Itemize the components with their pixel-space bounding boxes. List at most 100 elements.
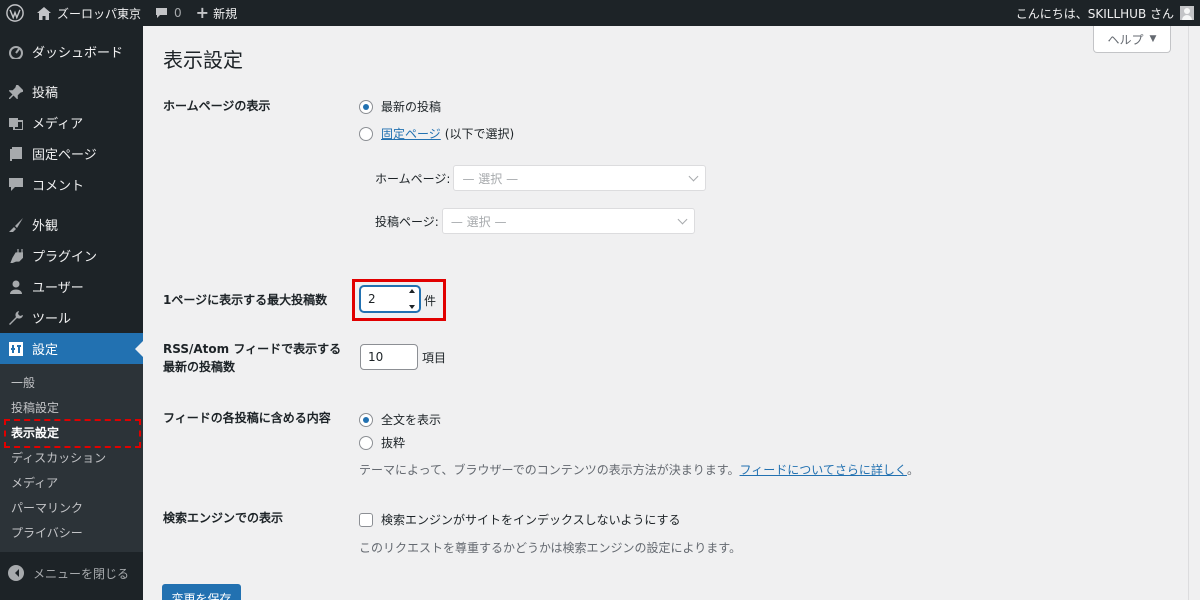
settings-icon — [8, 341, 24, 357]
wordpress-logo-icon[interactable] — [0, 0, 30, 26]
spinner-arrows-icon[interactable] — [407, 289, 416, 309]
select-value: — 選択 — — [450, 214, 507, 229]
radio-label: 全文を表示 — [381, 413, 442, 427]
media-icon — [8, 115, 24, 131]
menu-posts[interactable]: 投稿 — [0, 76, 143, 107]
feed-description: テーマによって、ブラウザーでのコンテンツの表示方法が決まります。フィードについて… — [359, 461, 919, 478]
select-value: — 選択 — — [462, 171, 519, 186]
search-engine-label: 検索エンジンでの表示 — [163, 511, 284, 525]
rss-label-line2: 最新の投稿数 — [163, 360, 236, 374]
discourage-indexing-checkbox[interactable] — [359, 512, 373, 527]
menu-label: ダッシュボード — [32, 46, 124, 61]
menu-tools[interactable]: ツール — [0, 302, 143, 333]
menu-appearance[interactable]: 外観 — [0, 209, 143, 240]
desc-end: 。 — [906, 463, 919, 477]
submenu-media[interactable]: メディア — [0, 471, 143, 496]
menu-label: 設定 — [32, 343, 59, 358]
caret-down-icon: ▼ — [1149, 34, 1157, 44]
brush-icon — [8, 217, 24, 233]
help-label: ヘルプ — [1107, 32, 1144, 47]
radio-excerpt[interactable]: 抜粋 — [359, 434, 405, 451]
menu-label: ツール — [32, 312, 72, 327]
radio-button[interactable] — [359, 412, 373, 427]
search-engine-checkbox-row[interactable]: 検索エンジンがサイトをインデックスしないようにする — [359, 511, 681, 528]
rss-count-label: RSS/Atom フィードで表示する 最新の投稿数 — [163, 340, 341, 376]
radio-latest-posts[interactable]: 最新の投稿 — [359, 98, 441, 115]
collapse-menu-button[interactable]: メニューを閉じる — [0, 556, 143, 590]
rss-label-line1: RSS/Atom フィードで表示する — [163, 342, 342, 356]
menu-dashboard[interactable]: ダッシュボード — [0, 36, 143, 67]
submenu-writing[interactable]: 投稿設定 — [0, 396, 143, 421]
chevron-down-icon — [677, 214, 688, 224]
radio-full-text[interactable]: 全文を表示 — [359, 411, 441, 428]
menu-label: 投稿 — [32, 86, 59, 101]
user-icon — [8, 279, 24, 295]
menu-label: 固定ページ — [32, 148, 97, 163]
plus-icon: + — [195, 3, 210, 22]
help-button[interactable]: ヘルプ ▼ — [1093, 26, 1171, 53]
admin-sidebar: ダッシュボード 投稿 メディア 固定ページ コメント 外観 プラグイン ユーザー… — [0, 26, 143, 600]
radio-static-page[interactable]: 固定ページ (以下で選択) — [359, 125, 514, 142]
posts-page-select-row: 投稿ページ: — 選択 — — [375, 208, 695, 234]
collapse-label: メニューを閉じる — [33, 566, 130, 581]
posts-page-label: 投稿ページ: — [375, 214, 439, 229]
scrollbar-track[interactable] — [1188, 26, 1200, 600]
input-value: 2 — [368, 292, 376, 306]
my-account-link[interactable]: こんにちは、SKILLHUB さん — [1009, 0, 1200, 26]
menu-plugins[interactable]: プラグイン — [0, 240, 143, 271]
home-page-select-row: ホームページ: — 選択 — — [375, 165, 707, 191]
page-icon — [8, 146, 24, 162]
menu-label: プラグイン — [32, 250, 98, 265]
new-content-link[interactable]: + 新規 — [189, 0, 244, 26]
menu-settings[interactable]: 設定 — [0, 333, 143, 364]
greeting: こんにちは、SKILLHUB さん — [1015, 6, 1174, 21]
main-content: 表示設定 ヘルプ ▼ ホームページの表示 最新の投稿 固定ページ (以下で選択)… — [143, 26, 1188, 600]
chevron-down-icon — [689, 171, 699, 181]
radio-button[interactable] — [359, 435, 373, 450]
wrench-icon — [8, 310, 24, 326]
submenu-privacy[interactable]: プライバシー — [0, 521, 143, 546]
radio-button[interactable] — [359, 126, 373, 141]
rss-count-unit: 項目 — [422, 351, 447, 365]
posts-per-page-input[interactable]: 2 — [360, 286, 420, 312]
feed-content-label: フィードの各投稿に含める内容 — [163, 411, 331, 425]
plugin-icon — [8, 248, 24, 264]
checkbox-label: 検索エンジンがサイトをインデックスしないようにする — [381, 513, 681, 527]
static-page-link[interactable]: 固定ページ — [381, 125, 441, 142]
radio-label: 最新の投稿 — [381, 100, 442, 114]
new-label: 新規 — [213, 6, 238, 21]
menu-media[interactable]: メディア — [0, 107, 143, 138]
menu-label: ユーザー — [32, 281, 84, 296]
submenu-discussion[interactable]: ディスカッション — [0, 446, 143, 471]
posts-per-page-label: 1ページに表示する最大投稿数 — [163, 293, 328, 307]
input-value: 10 — [368, 350, 384, 364]
posts-page-select[interactable]: — 選択 — — [441, 208, 695, 234]
comments-link[interactable]: 0 — [148, 0, 189, 26]
comments-count: 0 — [174, 6, 182, 20]
menu-label: コメント — [32, 179, 85, 194]
menu-label: 外観 — [32, 219, 59, 234]
site-name-link[interactable]: ズーロッパ東京 — [30, 0, 148, 26]
home-page-label: ホームページ: — [375, 171, 451, 186]
menu-label: メディア — [32, 117, 84, 132]
submenu-permalinks[interactable]: パーマリンク — [0, 496, 143, 521]
search-engine-description: このリクエストを尊重するかどうかは検索エンジンの設定によります。 — [359, 541, 742, 555]
submenu-reading[interactable]: 表示設定 — [0, 421, 143, 446]
radio-button[interactable] — [359, 99, 373, 114]
menu-users[interactable]: ユーザー — [0, 271, 143, 302]
admin-bar: ズーロッパ東京 0 + 新規 こんにちは、SKILLHUB さん — [0, 0, 1200, 26]
submenu-general[interactable]: 一般 — [0, 371, 143, 396]
menu-pages[interactable]: 固定ページ — [0, 138, 143, 169]
site-name: ズーロッパ東京 — [57, 6, 142, 21]
rss-count-input[interactable]: 10 — [360, 344, 418, 370]
desc-text: テーマによって、ブラウザーでのコンテンツの表示方法が決まります。 — [359, 463, 740, 477]
settings-submenu: 一般 投稿設定 表示設定 ディスカッション メディア パーマリンク プライバシー — [0, 364, 143, 552]
save-button[interactable]: 変更を保存 — [162, 584, 241, 600]
homepage-display-label: ホームページの表示 — [163, 99, 271, 113]
home-page-select[interactable]: — 選択 — — [453, 165, 707, 191]
feed-learn-more-link[interactable]: フィードについてさらに詳しく — [740, 463, 907, 477]
collapse-icon — [8, 565, 24, 581]
home-icon — [37, 6, 51, 20]
menu-comments[interactable]: コメント — [0, 169, 143, 200]
dashboard-icon — [8, 44, 24, 60]
